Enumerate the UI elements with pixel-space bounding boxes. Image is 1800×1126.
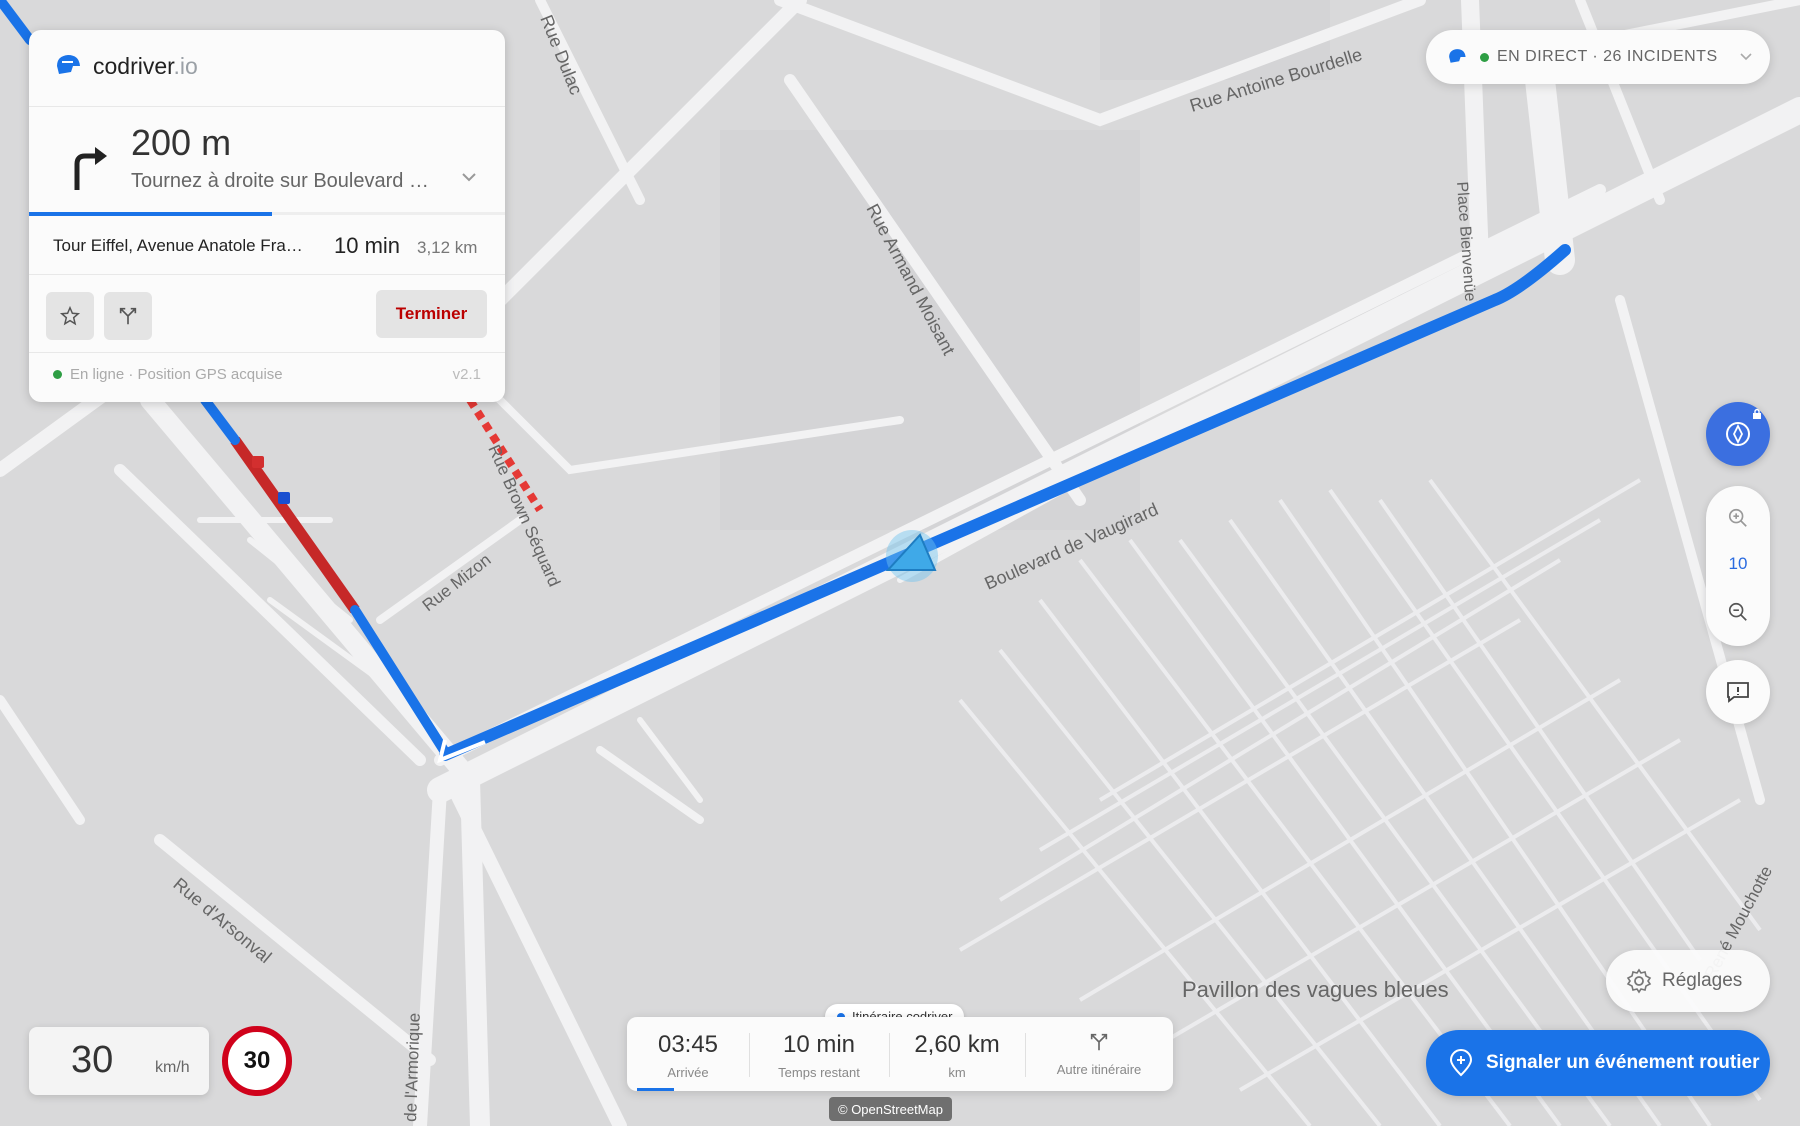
codriver-logo-icon	[1449, 49, 1466, 63]
zoom-out-button[interactable]	[1718, 592, 1758, 632]
compass-button[interactable]	[1706, 402, 1770, 466]
navigation-panel: codriver.io 200 m Tournez à droite sur B…	[29, 30, 505, 402]
end-navigation-button[interactable]: Terminer	[376, 290, 487, 338]
map-attribution[interactable]: © OpenStreetMap	[829, 1097, 952, 1121]
favorite-button[interactable]	[46, 292, 94, 340]
street-label: de l'Armorique	[401, 1012, 424, 1122]
destination-name: Tour Eiffel, Avenue Anatole Fra…	[53, 236, 303, 255]
settings-label: Réglages	[1662, 970, 1743, 991]
trip-summary-bar: 03:45 Arrivée 10 min Temps restant 2,60 …	[627, 1017, 1173, 1091]
eta-duration: 10 min	[334, 233, 401, 258]
route-split-icon	[1090, 1033, 1108, 1051]
current-speed: 30	[71, 1039, 114, 1081]
trip-progress	[637, 1088, 674, 1091]
settings-button[interactable]: Réglages	[1606, 950, 1770, 1012]
connection-status: En ligne · Position GPS acquise	[53, 366, 283, 383]
zoom-level: 10	[1728, 554, 1748, 573]
distance-unit: km	[948, 1065, 966, 1080]
feedback-button[interactable]	[1706, 660, 1770, 724]
codriver-logo-icon	[57, 55, 80, 74]
poi-label: Pavillon des vagues bleues	[1182, 977, 1449, 1002]
arrival-time: 03:45	[657, 1031, 719, 1058]
remaining-time-stat: 10 min Temps restant	[749, 1017, 889, 1091]
app-version: v2.1	[452, 366, 481, 383]
gear-icon	[1626, 968, 1652, 994]
speedometer: 30 km/h	[29, 1027, 209, 1095]
speed-unit: km/h	[155, 1059, 190, 1076]
remaining-time-label: Temps restant	[778, 1065, 860, 1080]
compass-icon	[1726, 422, 1750, 446]
total-distance: 3,12 km	[417, 238, 478, 257]
message-alert-icon	[1727, 682, 1749, 703]
alternative-route-button[interactable]: Autre itinéraire	[1025, 1017, 1173, 1091]
live-incidents-pill[interactable]: EN DIRECT · 26 INCIDENTS	[1426, 30, 1770, 84]
maneuver-instruction: Tournez à droite sur Boulevard …	[131, 170, 429, 192]
remaining-distance: 2,60 km	[914, 1031, 1000, 1058]
route-split-icon	[119, 307, 137, 325]
report-label: Signaler un événement routier	[1486, 1052, 1760, 1073]
brand: codriver.io	[53, 52, 198, 80]
arrival-stat: 03:45 Arrivée	[627, 1017, 749, 1091]
remaining-distance-stat: 2,60 km km	[889, 1017, 1025, 1091]
chevron-down-icon[interactable]	[461, 172, 477, 182]
arrival-label: Arrivée	[667, 1065, 709, 1080]
alternative-route-button[interactable]	[104, 292, 152, 340]
zoom-in-button[interactable]	[1718, 498, 1758, 538]
location-plus-icon	[1449, 1049, 1473, 1077]
turn-right-icon	[74, 147, 107, 190]
report-incident-button[interactable]: Signaler un événement routier	[1426, 1030, 1770, 1096]
remaining-time: 10 min	[782, 1031, 856, 1058]
live-status-text: EN DIRECT · 26 INCIDENTS	[1497, 48, 1718, 65]
maneuver-progress	[29, 212, 272, 216]
alt-route-label: Autre itinéraire	[1056, 1062, 1142, 1077]
incident-marker[interactable]	[252, 456, 264, 468]
status-text: En ligne · Position GPS acquise	[70, 366, 283, 383]
incident-marker[interactable]	[278, 492, 290, 504]
chevron-down-icon	[1740, 53, 1752, 61]
zoom-in-icon	[1728, 508, 1747, 527]
brand-name: codriver.io	[93, 52, 198, 79]
status-dot	[53, 370, 62, 379]
zoom-out-icon	[1728, 602, 1747, 621]
speed-limit-sign: 30	[222, 1026, 292, 1096]
star-icon	[59, 305, 81, 326]
zoom-control: 10	[1706, 486, 1770, 646]
lock-icon	[1753, 408, 1761, 419]
live-dot	[1480, 52, 1489, 62]
maneuver-distance: 200 m	[131, 122, 232, 163]
